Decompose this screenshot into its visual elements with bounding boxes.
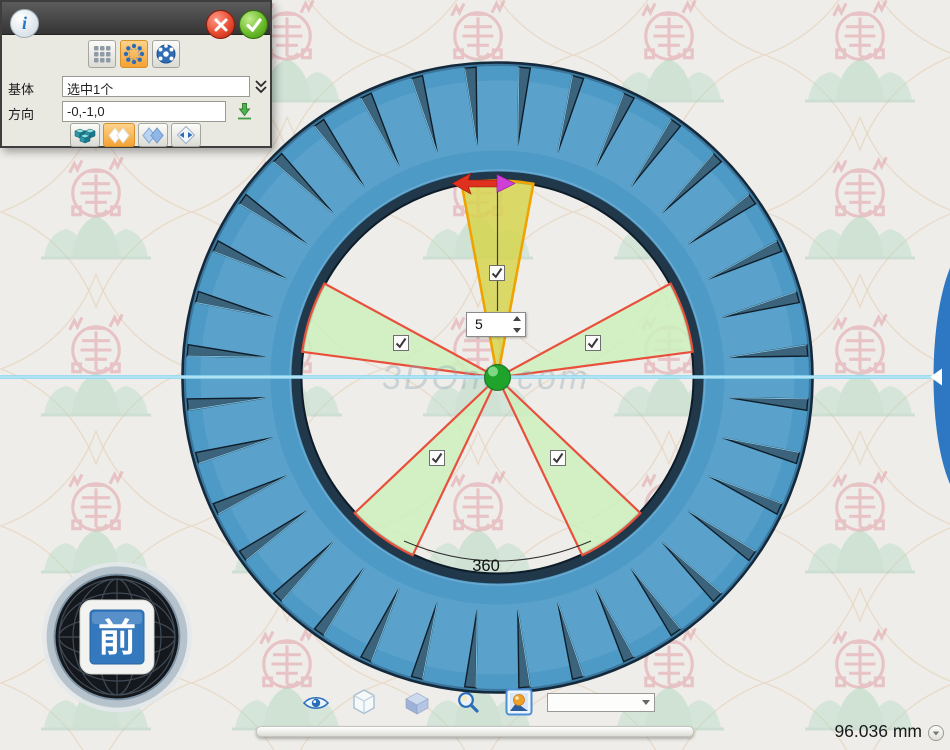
solid-cube-icon — [406, 693, 428, 714]
info-icon: i — [22, 13, 27, 34]
bottom-panel-handle[interactable] — [256, 726, 694, 737]
info-button[interactable]: i — [10, 9, 39, 38]
linear-pattern-button[interactable] — [88, 40, 116, 68]
cancel-button[interactable] — [206, 10, 235, 39]
confirm-button[interactable] — [239, 10, 268, 39]
wireframe-display-button[interactable] — [352, 689, 376, 715]
circular-pattern-icon — [123, 43, 145, 65]
spin-down-button[interactable] — [509, 325, 525, 337]
axis-cyan-core — [0, 376, 950, 377]
view-style-dropdown[interactable] — [547, 693, 655, 712]
checkmark-icon — [430, 451, 444, 465]
count-value: 5 — [467, 313, 509, 336]
render-image-button[interactable] — [505, 688, 533, 716]
checkmark-icon — [551, 451, 565, 465]
total-angle-label: 360 — [472, 557, 500, 575]
count-spinner[interactable]: 5 — [466, 312, 526, 337]
circular-pattern-dialog: i — [0, 0, 272, 148]
direction-field[interactable]: -0,-1,0 — [62, 101, 226, 122]
measurement-expand-button[interactable] — [928, 725, 944, 741]
check-icon — [246, 18, 262, 32]
base-field[interactable]: 选中1个 — [62, 76, 250, 97]
white-diamonds-icon — [107, 125, 131, 146]
spin-up-button[interactable] — [509, 313, 525, 325]
shaded-display-button[interactable] — [404, 691, 430, 715]
sphere-pattern-button[interactable] — [152, 40, 180, 68]
pattern-instance-wedge[interactable] — [355, 378, 498, 556]
checkmark-icon — [586, 336, 600, 350]
view-cube[interactable]: 前 — [37, 557, 197, 717]
image-icon — [507, 690, 532, 715]
spinner-buttons — [509, 313, 525, 336]
instance-checkbox[interactable] — [489, 265, 505, 281]
blue-diamonds-icon — [141, 125, 165, 146]
linear-pattern-icon — [92, 44, 112, 64]
circular-pattern-button[interactable] — [120, 40, 148, 68]
instance-checkbox[interactable] — [393, 335, 409, 351]
pick-direction-icon[interactable] — [236, 102, 253, 121]
direction-field-label: 方向 — [8, 104, 34, 123]
instance-checkbox[interactable] — [429, 450, 445, 466]
magnifier-icon — [459, 693, 477, 711]
triangle-down-icon — [513, 328, 521, 333]
pattern-body-option-button[interactable] — [70, 123, 100, 147]
checkmark-icon — [490, 266, 504, 280]
sphere-pattern-icon — [155, 43, 177, 65]
visibility-eye-button[interactable] — [302, 694, 330, 712]
dialog-titlebar[interactable]: i — [2, 2, 270, 35]
instance-checkbox[interactable] — [550, 450, 566, 466]
measurement-readout: 96.036 mm — [826, 721, 922, 742]
chevron-down-icon — [933, 731, 939, 735]
chevron-down-icon — [642, 700, 650, 705]
expand-chevrons-icon[interactable] — [254, 79, 268, 94]
pattern-instance-option-button[interactable] — [103, 123, 135, 147]
base-field-label: 基体 — [8, 79, 34, 98]
diamond-arrows-icon — [175, 124, 197, 146]
wireframe-cube-icon — [354, 690, 374, 714]
pattern-alignment-option-button[interactable] — [171, 123, 201, 147]
triangle-up-icon — [513, 316, 521, 321]
cubes-stack-icon — [73, 126, 97, 145]
close-icon — [214, 18, 228, 32]
application-window: 3DOne.com 360 5 — [0, 0, 950, 750]
instance-checkbox[interactable] — [585, 335, 601, 351]
pattern-offset-option-button[interactable] — [138, 123, 168, 147]
checkmark-icon — [394, 336, 408, 350]
pattern-instance-wedge[interactable] — [498, 378, 641, 556]
zoom-button[interactable] — [456, 690, 480, 714]
view-face-label: 前 — [98, 618, 136, 660]
